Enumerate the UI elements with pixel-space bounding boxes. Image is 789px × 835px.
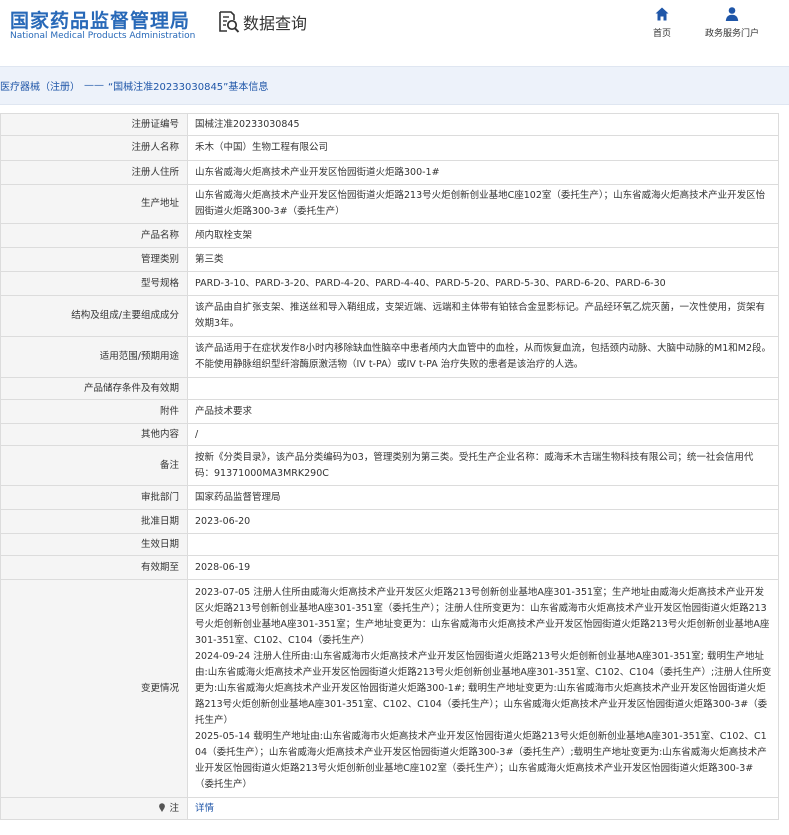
table-row: 注册证编号 国械注准20233030845 xyxy=(0,113,779,136)
note-label-text: 注 xyxy=(169,802,179,814)
row-label: 适用范围/预期用途 xyxy=(0,336,188,378)
pin-icon xyxy=(159,802,166,812)
details-link[interactable]: 详情 xyxy=(195,803,214,814)
site-logo-subtitle: National Medical Products Administration xyxy=(10,31,196,41)
row-label: 生效日期 xyxy=(0,533,188,556)
row-label: 变更情况 xyxy=(0,579,188,798)
site-header: 国家药品监督管理局 National Medical Products Admi… xyxy=(0,0,789,66)
note-value: 详情 xyxy=(187,797,779,820)
table-row: 结构及组成/主要组成成分 该产品由自扩张支架、推送丝和导入鞘组成，支架近端、远端… xyxy=(0,295,779,337)
table-row: 审批部门 国家药品监督管理局 xyxy=(0,485,779,510)
note-label: 注 xyxy=(0,797,188,820)
table-row: 注册人名称 禾木（中国）生物工程有限公司 xyxy=(0,135,779,161)
row-value: 产品技术要求 xyxy=(187,399,779,424)
nav-gov-service-portal[interactable]: 政务服务门户 xyxy=(705,6,759,39)
table-row: 产品名称 颅内取栓支架 xyxy=(0,223,779,248)
row-label: 审批部门 xyxy=(0,485,188,510)
table-row: 适用范围/预期用途 该产品适用于在症状发作8小时内移除缺血性脑卒中患者颅内大血管… xyxy=(0,336,779,378)
breadcrumb-current: “国械注准20233030845”基本信息 xyxy=(108,82,269,93)
table-row: 其他内容 / xyxy=(0,423,779,446)
row-label: 其他内容 xyxy=(0,423,188,446)
row-label: 附件 xyxy=(0,399,188,424)
row-label: 生产地址 xyxy=(0,184,188,224)
row-value: 该产品由自扩张支架、推送丝和导入鞘组成，支架近端、远端和主体带有铂铱合金显影标记… xyxy=(187,295,779,337)
row-value xyxy=(187,533,779,556)
row-label: 有效期至 xyxy=(0,555,188,580)
row-label: 管理类别 xyxy=(0,247,188,272)
breadcrumb-category-link[interactable]: 医疗器械（注册） xyxy=(0,78,80,93)
table-row: 批准日期 2023-06-20 xyxy=(0,509,779,534)
table-row: 生产地址 山东省威海火炬高技术产业开发区怡园街道火炬路213号火炬创新创业基地C… xyxy=(0,184,779,224)
table-row: 型号规格 PARD-3-10、PARD-3-20、PARD-4-20、PARD-… xyxy=(0,271,779,296)
row-label: 备注 xyxy=(0,445,188,486)
site-logo-title[interactable]: 国家药品监督管理局 xyxy=(10,6,190,33)
table-row: 生效日期 xyxy=(0,533,779,556)
change-history-value: 2023-07-05 注册人住所由威海火炬高技术产业开发区火炬路213号创新创业… xyxy=(187,579,779,798)
registration-detail-table: 注册证编号 国械注准20233030845 注册人名称 禾木（中国）生物工程有限… xyxy=(0,113,779,820)
data-search-icon xyxy=(219,11,240,33)
table-row: 变更情况 2023-07-05 注册人住所由威海火炬高技术产业开发区火炬路213… xyxy=(0,579,779,798)
row-value: / xyxy=(187,423,779,446)
row-value: 按新《分类目录》，该产品分类编码为03，管理类别为第三类。受托生产企业名称：威海… xyxy=(187,445,779,486)
row-label: 结构及组成/主要组成成分 xyxy=(0,295,188,337)
row-value: 国械注准20233030845 xyxy=(187,113,779,136)
nav-home-label: 首页 xyxy=(653,29,672,39)
row-value: 第三类 xyxy=(187,247,779,272)
row-label: 型号规格 xyxy=(0,271,188,296)
row-label: 产品名称 xyxy=(0,223,188,248)
nav-home[interactable]: 首页 xyxy=(653,6,671,39)
row-label: 产品储存条件及有效期 xyxy=(0,377,188,400)
row-value: 禾木（中国）生物工程有限公司 xyxy=(187,135,779,161)
table-row: 备注 按新《分类目录》，该产品分类编码为03，管理类别为第三类。受托生产企业名称… xyxy=(0,445,779,486)
row-value: 山东省威海火炬高技术产业开发区怡园街道火炬路300-1# xyxy=(187,160,779,185)
row-value: 山东省威海火炬高技术产业开发区怡园街道火炬路213号火炬创新创业基地C座102室… xyxy=(187,184,779,224)
row-value: PARD-3-10、PARD-3-20、PARD-4-20、PARD-4-40、… xyxy=(187,271,779,296)
row-value xyxy=(187,377,779,400)
row-value: 2028-06-19 xyxy=(187,555,779,580)
breadcrumb: 医疗器械（注册） —— “国械注准20233030845”基本信息 xyxy=(0,66,789,105)
home-icon xyxy=(655,7,669,21)
nav-gov-service-label: 政务服务门户 xyxy=(705,29,760,39)
row-label: 注册证编号 xyxy=(0,113,188,136)
query-title-text: 数据查询 xyxy=(243,14,308,33)
row-label: 注册人住所 xyxy=(0,160,188,185)
row-value: 2023-06-20 xyxy=(187,509,779,534)
row-label: 注册人名称 xyxy=(0,135,188,161)
data-query-title: 数据查询 xyxy=(218,9,307,35)
row-value: 国家药品监督管理局 xyxy=(187,485,779,510)
person-icon xyxy=(725,7,739,21)
row-value: 该产品适用于在症状发作8小时内移除缺血性脑卒中患者颅内大血管中的血栓，从而恢复血… xyxy=(187,336,779,378)
table-row: 有效期至 2028-06-19 xyxy=(0,555,779,580)
table-row: 附件 产品技术要求 xyxy=(0,399,779,424)
table-row: 注 详情 xyxy=(0,797,779,820)
table-row: 产品储存条件及有效期 xyxy=(0,377,779,400)
row-label: 批准日期 xyxy=(0,509,188,534)
table-row: 注册人住所 山东省威海火炬高技术产业开发区怡园街道火炬路300-1# xyxy=(0,160,779,185)
breadcrumb-separator: —— xyxy=(84,80,104,91)
table-row: 管理类别 第三类 xyxy=(0,247,779,272)
row-value: 颅内取栓支架 xyxy=(187,223,779,248)
